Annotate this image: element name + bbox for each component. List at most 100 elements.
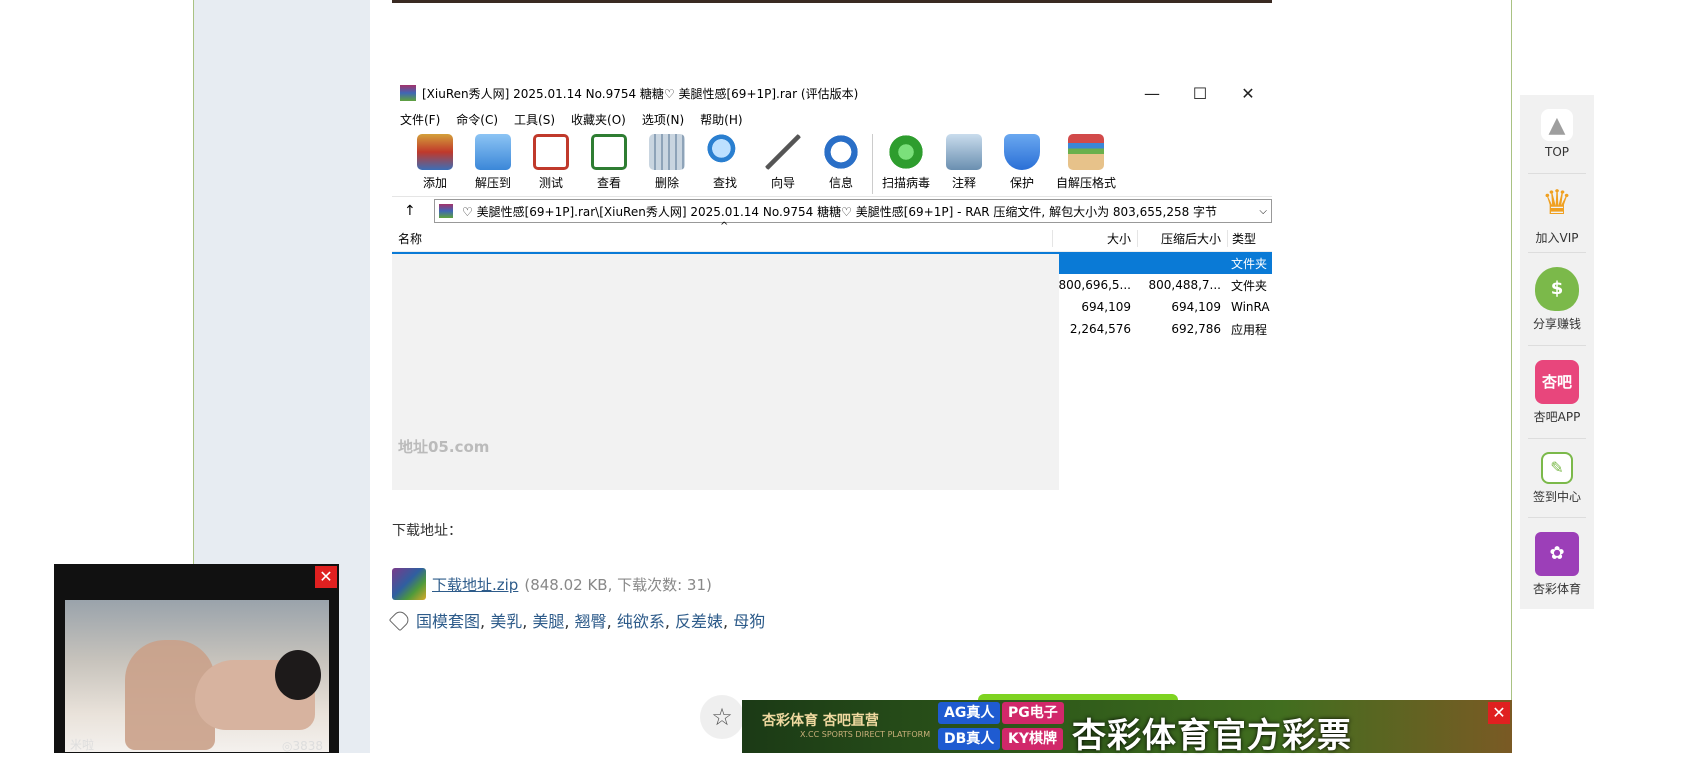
sidebar-top[interactable]: ▲ TOP [1528,95,1586,174]
winrar-app-icon [400,85,416,101]
video-thumbnail[interactable] [65,600,329,752]
sidebar-sports[interactable]: ✿ 杏彩体育 [1528,518,1586,610]
download-heading: 下载地址： [392,523,462,539]
extract-folder-icon [475,134,511,170]
tool-extract: 解压到 [464,130,522,191]
file-list-empty-area [392,254,1059,490]
attachment-link[interactable]: 下载地址.zip [432,574,518,595]
menu-favorites: 收藏夹(O) [571,112,626,127]
attachment: 下载地址.zip (848.02 KB, 下载次数: 31) [392,568,712,600]
menu-file: 文件(F) [400,112,441,127]
file-packed: 800,488,7... [1148,278,1221,292]
tag-link[interactable]: 美腿 [532,612,564,631]
address-path: ♡ 美腿性感[69+1P].rar\[XiuRen秀人网] 2025.01.14… [459,204,1218,219]
tag-separator: , [522,612,528,631]
tags-container: 国模套图, 美乳, 美腿, 翘臀, 纯欲系, 反差婊, 母狗 [416,608,765,632]
banner-pill-ag: AG真人 [938,702,1001,724]
banner-close-button[interactable]: ✕ [1488,702,1510,724]
file-packed: 692,786 [1171,322,1221,336]
tag-link[interactable]: 国模套图 [416,612,480,631]
tag-link[interactable]: 美乳 [490,612,522,631]
view-book-icon [591,134,627,170]
banner-brand: 杏彩体育 杏吧直营 [762,713,879,729]
tool-test: 测试 [522,130,580,191]
protect-shield-icon [1004,134,1040,170]
tag-separator: , [564,612,570,631]
ad-banner[interactable]: 杏彩体育 杏吧直营 X.CC SPORTS DIRECT PLATFORM AG… [742,700,1512,756]
tool-info: 信息 [812,130,870,191]
tag-icon [388,608,412,632]
address-box: ♡ 美腿性感[69+1P].rar\[XiuRen秀人网] 2025.01.14… [434,199,1272,223]
money-bag-icon: $ [1535,266,1579,311]
tag-separator: , [606,612,612,631]
tag-link[interactable]: 翘臀 [575,612,607,631]
winrar-toolbar: 添加 解压到 测试 查看 删除 查找 向导 信息 扫描病毒 注释 保护 自解压格… [392,130,1272,197]
sidebar-app[interactable]: 杏吧 杏吧APP [1528,346,1586,439]
sort-arrow-icon: ^ [720,221,729,232]
favorite-star-icon[interactable]: ☆ [700,695,744,739]
menu-help: 帮助(H) [700,112,743,127]
file-packed: 694,109 [1171,300,1221,314]
file-type: 应用程 [1231,322,1268,337]
xingcai-sports-icon: ✿ [1535,531,1579,576]
menu-command: 命令(C) [456,112,499,127]
file-type: WinRA [1231,300,1270,314]
previous-image-edge [392,0,1272,3]
xingba-app-icon: 杏吧 [1535,359,1579,404]
menu-options: 选项(N) [641,112,685,127]
sfx-box-icon [1068,134,1104,170]
video-popup[interactable]: ✕ 米啦 ◎3838 [54,564,339,753]
banner-pill-pg: PG电子 [1002,702,1064,724]
address-row: ↑ ♡ 美腿性感[69+1P].rar\[XiuRen秀人网] 2025.01.… [392,197,1272,225]
minimize-button: — [1144,83,1160,103]
tool-sfx: 自解压格式 [1051,130,1121,191]
file-list-header: ^ 名称 大小 压缩后大小 类型 [392,221,1272,252]
delete-bin-icon [649,134,685,170]
top-arrow-icon: ▲ [1541,109,1573,141]
find-magnifier-icon [707,134,743,170]
tool-view: 查看 [580,130,638,191]
checkin-pencil-icon: ✎ [1541,451,1573,484]
winrar-menubar: 文件(F) 命令(C) 工具(S) 收藏夹(O) 选项(N) 帮助(H) [392,108,1272,130]
wizard-wand-icon [765,134,801,170]
crown-icon: ♛ [1541,182,1573,223]
video-caption-right: ◎3838 [281,739,323,753]
tag-link[interactable]: 反差婊 [675,612,723,631]
watermark: 地址05.com [398,438,490,456]
tag-link[interactable]: 纯欲系 [617,612,665,631]
attachment-meta: (848.02 KB, 下载次数: 31) [524,575,712,594]
banner-brand-sub: X.CC SPORTS DIRECT PLATFORM [800,730,931,739]
comment-icon [946,134,982,170]
col-size: 大小 [1052,229,1137,247]
menu-tools: 工具(S) [514,112,556,127]
tool-find: 查找 [696,130,754,191]
file-size: 694,109 [1081,300,1131,314]
tool-wizard: 向导 [754,130,812,191]
toolbar-separator [872,134,873,194]
tool-delete: 删除 [638,130,696,191]
video-close-button[interactable]: ✕ [315,566,337,588]
zip-archive-icon [392,568,426,600]
sidebar-vip[interactable]: ♛ 加入VIP [1528,174,1586,253]
tool-comment: 注释 [935,130,993,191]
float-sidebar: ▲ TOP ♛ 加入VIP $ 分享赚钱 杏吧 杏吧APP ✎ 签到中心 ✿ 杏… [1520,95,1594,609]
winrar-title: [XiuRen秀人网] 2025.01.14 No.9754 糖糖♡ 美腿性感[… [422,86,859,101]
sidebar-checkin[interactable]: ✎ 签到中心 [1528,439,1586,518]
add-icon [417,134,453,170]
scan-virus-icon [888,134,924,170]
tag-separator: , [723,612,729,631]
rar-archive-icon [439,204,453,218]
banner-pill-db: DB真人 [938,728,1001,750]
winrar-titlebar: [XiuRen秀人网] 2025.01.14 No.9754 糖糖♡ 美腿性感[… [392,78,1272,108]
sidebar-share[interactable]: $ 分享赚钱 [1528,253,1586,346]
tag-separator: , [664,612,670,631]
maximize-button: ☐ [1192,83,1208,103]
info-icon [823,134,859,170]
tool-protect: 保护 [993,130,1051,191]
banner-headline: 杏彩体育官方彩票 [1072,716,1352,756]
tool-scan: 扫描病毒 [877,130,935,191]
tag-link[interactable]: 母狗 [733,612,765,631]
file-size: 800,696,5... [1058,278,1131,292]
col-type: 类型 [1227,229,1272,247]
file-type: 文件夹 [1231,256,1268,271]
